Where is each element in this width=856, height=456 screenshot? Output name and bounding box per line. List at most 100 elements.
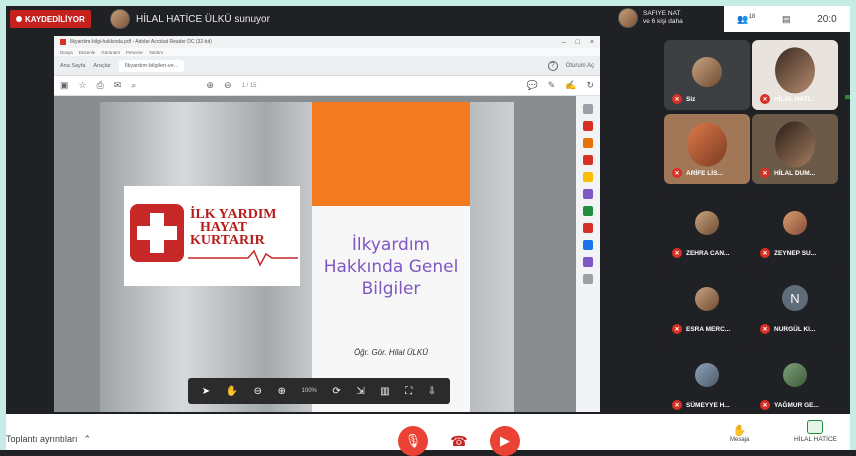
menu-item[interactable]: Pencere [126, 50, 143, 55]
participant-tile[interactable]: ✕ HİLAL HATİ... [752, 40, 838, 110]
meeting-top-bar: KAYDEDİLİYOR HİLAL HATİCE ÜLKÜ sunuyor S… [6, 6, 850, 32]
pdf-icon [60, 39, 66, 45]
close-icon[interactable]: × [590, 39, 594, 46]
pen-icon[interactable]: ✎ [548, 80, 556, 91]
bookmark-icon[interactable]: ☆ [79, 80, 87, 91]
people-icon[interactable]: 👥18 [737, 14, 755, 25]
fill-sign-icon[interactable] [583, 223, 593, 233]
edit-pdf-icon[interactable] [583, 155, 593, 165]
first-aid-logo: İLK YARDIM HAYAT KURTARIR [124, 186, 300, 286]
organize-pages-icon[interactable] [583, 206, 593, 216]
participant-name: HİLAL DUM... [774, 169, 816, 177]
leave-call-button[interactable]: ☎ [444, 426, 474, 456]
mic-off-icon: ✕ [760, 324, 770, 334]
tab-tools[interactable]: Araçlar [93, 63, 110, 69]
mic-off-icon: 🎙 [404, 433, 422, 448]
presenter-info: HİLAL HATİCE ÜLKÜ sunuyor [110, 9, 270, 29]
participant-tile[interactable]: ✕ YAĞMUR GE... [752, 346, 838, 416]
sign-icon[interactable]: ✍ [565, 80, 576, 91]
red-cross-icon [130, 204, 184, 262]
tab-document[interactable]: İlkyardım-bilgileri-ve... [118, 59, 185, 72]
search-tool-icon[interactable] [583, 104, 593, 114]
raise-hand-button[interactable]: ✋ Mesaja [730, 424, 749, 443]
page-up-icon[interactable]: ⊕ [206, 80, 214, 91]
participant-avatar [695, 211, 719, 235]
menu-item[interactable]: Dosya [60, 50, 73, 55]
participant-tile[interactable]: N ✕ NURGÜL KI... [752, 270, 838, 340]
participant-tile[interactable]: ✕ SÜMEYYE H... [664, 346, 750, 416]
presenter-avatar [110, 9, 130, 29]
fit-page-icon[interactable]: ⇲ [356, 386, 364, 397]
participant-tile[interactable]: ✕ Siz [664, 40, 750, 110]
camera-toggle-button[interactable]: ▶ [490, 426, 520, 456]
mic-off-icon: ✕ [760, 94, 770, 104]
participant-name: ARİFE LİS... [686, 169, 723, 177]
search-icon[interactable]: ⌕ [131, 80, 136, 91]
create-pdf-icon[interactable] [583, 138, 593, 148]
participant-tile[interactable]: ✕ ESRA MERC... [664, 270, 750, 340]
select-cursor-icon[interactable]: ➤ [202, 386, 210, 397]
participant-name: YAĞMUR GE... [774, 401, 819, 409]
shared-screen-window: İlkyardım-bilgi-hakkında.pdf - Adobe Acr… [54, 36, 600, 412]
participant-photo [775, 121, 815, 168]
protect-icon[interactable] [583, 240, 593, 250]
participant-tile[interactable]: ✕ HİLAL DUM... [752, 114, 838, 184]
slide-title: İlkyardım Hakkında Genel Bilgiler [323, 235, 459, 299]
chat-icon[interactable]: ▤ [782, 14, 791, 25]
slide-author: Öğr. Gör. Hilal ÜLKÜ [353, 348, 429, 357]
comment-icon[interactable]: 💬 [526, 80, 537, 91]
heartbeat-line-icon [188, 249, 298, 267]
participant-tile[interactable]: ✕ ZEHRA CAN... [664, 194, 750, 264]
share-icon[interactable]: ↻ [586, 80, 594, 91]
menu-item[interactable]: Yardım [149, 50, 163, 55]
recording-badge: KAYDEDİLİYOR [10, 10, 91, 28]
clock-time: 20:0 [817, 13, 837, 25]
save-icon[interactable]: ▣ [60, 80, 69, 91]
mic-off-icon: ✕ [672, 324, 682, 334]
pdf-viewer[interactable]: İLK YARDIM HAYAT KURTARIR İlkyardım Hakk… [54, 96, 576, 412]
participant-tile[interactable]: ✕ ZEYNEP SU... [752, 194, 838, 264]
more-tools-icon[interactable] [583, 274, 593, 284]
page-down-icon[interactable]: ⊖ [224, 80, 232, 91]
signin-link[interactable]: Oturum Aç [566, 63, 594, 69]
combine-files-icon[interactable] [583, 189, 593, 199]
maximize-icon[interactable]: □ [576, 39, 580, 46]
presentation-slide: İLK YARDIM HAYAT KURTARIR İlkyardım Hakk… [100, 102, 514, 412]
participant-name: ESRA MERC... [686, 325, 731, 333]
zoom-in-icon[interactable]: ⊕ [278, 386, 286, 397]
menu-item[interactable]: Görünüm [101, 50, 120, 55]
menu-item[interactable]: Düzenle [79, 50, 96, 55]
export-pdf-icon[interactable] [583, 121, 593, 131]
participant-name: ZEYNEP SU... [774, 249, 817, 257]
slide-orange-block [312, 102, 470, 206]
help-icon[interactable]: ? [547, 60, 558, 71]
mic-off-icon: ✕ [672, 400, 682, 410]
hand-tool-icon[interactable]: ✋ [226, 386, 238, 397]
download-icon[interactable]: ⇩ [428, 386, 436, 397]
send-sign-icon[interactable] [583, 257, 593, 267]
rotate-icon[interactable]: ⟳ [332, 386, 340, 397]
joined-text: ve 6 kişi daha [643, 18, 683, 25]
email-icon[interactable]: ✉ [114, 80, 122, 91]
zoom-out-icon[interactable]: ⊖ [254, 386, 262, 397]
mic-off-icon: ✕ [672, 94, 682, 104]
two-page-icon[interactable]: ▥ [380, 386, 389, 397]
comment-tool-icon[interactable] [583, 172, 593, 182]
window-title: İlkyardım-bilgi-hakkında.pdf - Adobe Acr… [70, 39, 212, 45]
fullscreen-icon[interactable]: ⛶ [405, 386, 412, 397]
minimize-icon[interactable]: – [562, 39, 566, 46]
meeting-details[interactable]: Toplantı ayrıntıları ⌃ [6, 434, 91, 445]
present-screen-icon [807, 420, 824, 434]
presenting-indicator[interactable]: HİLAL HATİCE [794, 420, 837, 443]
participant-letter-avatar: N [782, 285, 808, 311]
participant-tile[interactable]: ✕ ARİFE LİS... [664, 114, 750, 184]
participants-count: 18 [748, 13, 756, 20]
zoom-level[interactable]: 100% [302, 388, 317, 394]
tab-home[interactable]: Ana Sayfa [60, 63, 85, 69]
logo-text: İLK YARDIM HAYAT KURTARIR [190, 208, 276, 248]
mic-off-icon: ✕ [760, 168, 770, 178]
reader-toolbar: ▣ ☆ ⎙ ✉ ⌕ ⊕ ⊖ 1 / 15 💬 ✎ ✍ ↻ [54, 76, 600, 96]
print-icon[interactable]: ⎙ [97, 80, 104, 91]
mic-toggle-button[interactable]: 🎙 [398, 426, 428, 456]
joined-notification[interactable]: SAFIYE NAT ve 6 kişi daha [618, 8, 683, 28]
